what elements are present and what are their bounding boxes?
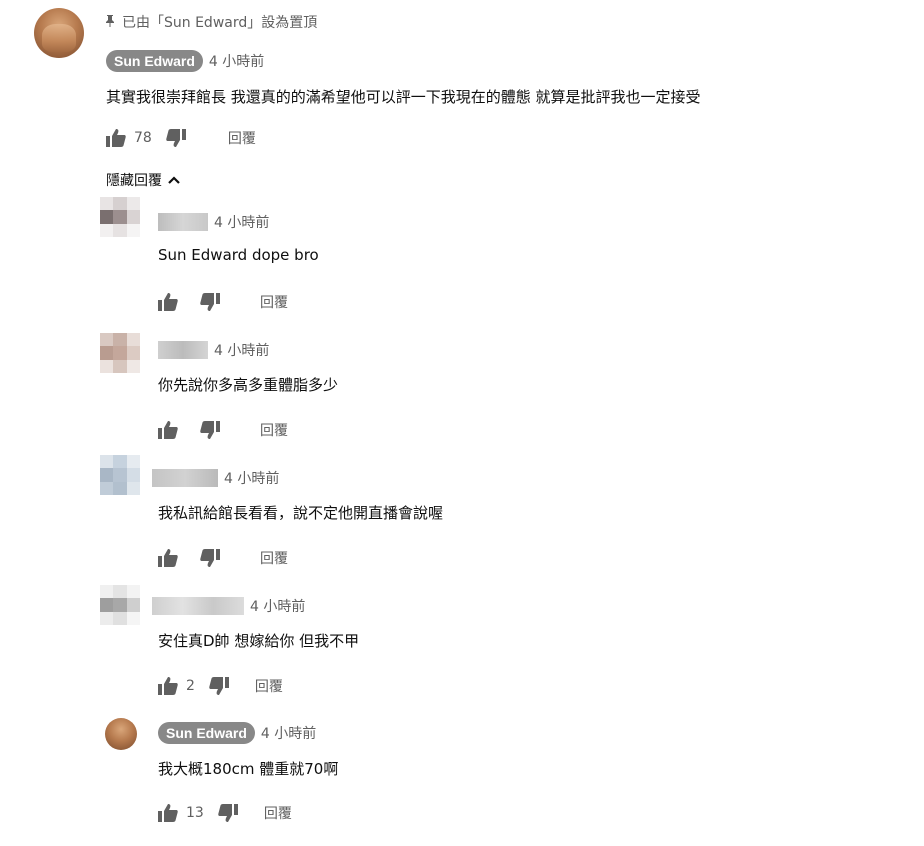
comment-actions: 78 回覆 — [106, 128, 256, 148]
comment-actions: 13 回覆 — [158, 803, 292, 823]
blurred-author-name — [152, 597, 244, 615]
reply-button[interactable]: 回覆 — [260, 548, 288, 568]
timestamp[interactable]: 4 小時前 — [261, 723, 316, 743]
avatar[interactable] — [105, 718, 137, 750]
comment-header: 4 小時前 — [158, 212, 269, 232]
blurred-author-name — [152, 469, 218, 487]
comment-actions: 回覆 — [158, 420, 288, 440]
thumbs-down-icon[interactable] — [166, 129, 186, 147]
comment-header: Sun Edward 4 小時前 — [158, 722, 316, 744]
comment-actions: 回覆 — [158, 548, 288, 568]
reply-button[interactable]: 回覆 — [260, 420, 288, 440]
thumbs-up-icon[interactable] — [158, 549, 178, 567]
blurred-author-name — [158, 213, 208, 231]
thumbs-down-icon[interactable] — [200, 421, 220, 439]
comment-text: 安住真D帥 想嫁給你 但我不甲 — [158, 632, 360, 650]
timestamp[interactable]: 4 小時前 — [214, 340, 269, 360]
comment-text: 我大概180cm 體重就70啊 — [158, 760, 339, 778]
thumbs-up-icon[interactable] — [158, 421, 178, 439]
pinned-label: 已由「Sun Edward」設為置頂 — [106, 12, 317, 32]
blurred-author-name — [158, 341, 208, 359]
comment-actions: 回覆 — [158, 292, 288, 312]
comment-header: 4 小時前 — [152, 468, 279, 488]
thumbs-down-icon[interactable] — [209, 677, 229, 695]
comment-actions: 2 回覆 — [158, 676, 283, 696]
hide-replies-toggle[interactable]: 隱藏回覆 — [106, 170, 180, 190]
reply-button[interactable]: 回覆 — [260, 292, 288, 312]
author-chip[interactable]: Sun Edward — [158, 722, 255, 744]
thumbs-down-icon[interactable] — [200, 293, 220, 311]
comment-text: 我私訊給館長看看，說不定他開直播會說喔 — [158, 504, 444, 522]
thumbs-down-icon[interactable] — [218, 804, 238, 822]
reply-button[interactable]: 回覆 — [255, 676, 283, 696]
thumbs-up-icon[interactable] — [158, 293, 178, 311]
comment-text: Sun Edward dope bro — [158, 246, 319, 264]
like-count: 2 — [186, 678, 195, 694]
comment-header: 4 小時前 — [152, 596, 305, 616]
comment-header: 4 小時前 — [158, 340, 269, 360]
thumbs-up-icon[interactable] — [158, 677, 178, 695]
avatar[interactable] — [100, 333, 140, 373]
thumbs-up-icon[interactable] — [106, 129, 126, 147]
pin-icon — [106, 15, 116, 31]
timestamp[interactable]: 4 小時前 — [250, 596, 305, 616]
reply-button[interactable]: 回覆 — [264, 803, 292, 823]
timestamp[interactable]: 4 小時前 — [209, 51, 264, 71]
avatar[interactable] — [100, 585, 140, 625]
thumbs-up-icon[interactable] — [158, 804, 178, 822]
like-count: 78 — [134, 130, 152, 146]
avatar[interactable] — [34, 8, 84, 58]
timestamp[interactable]: 4 小時前 — [224, 468, 279, 488]
comment-header: Sun Edward 4 小時前 — [106, 50, 264, 72]
timestamp[interactable]: 4 小時前 — [214, 212, 269, 232]
chevron-up-icon — [168, 176, 180, 184]
thumbs-down-icon[interactable] — [200, 549, 220, 567]
hide-replies-label: 隱藏回覆 — [106, 173, 162, 189]
author-chip[interactable]: Sun Edward — [106, 50, 203, 72]
comment-text: 其實我很崇拜館長 我還真的的滿希望他可以評一下我現在的體態 就算是批評我也一定接… — [106, 88, 701, 106]
avatar[interactable] — [100, 197, 140, 237]
comment-text: 你先說你多高多重體脂多少 — [158, 376, 339, 394]
reply-button[interactable]: 回覆 — [228, 128, 256, 148]
avatar[interactable] — [100, 455, 140, 495]
like-count: 13 — [186, 805, 204, 821]
